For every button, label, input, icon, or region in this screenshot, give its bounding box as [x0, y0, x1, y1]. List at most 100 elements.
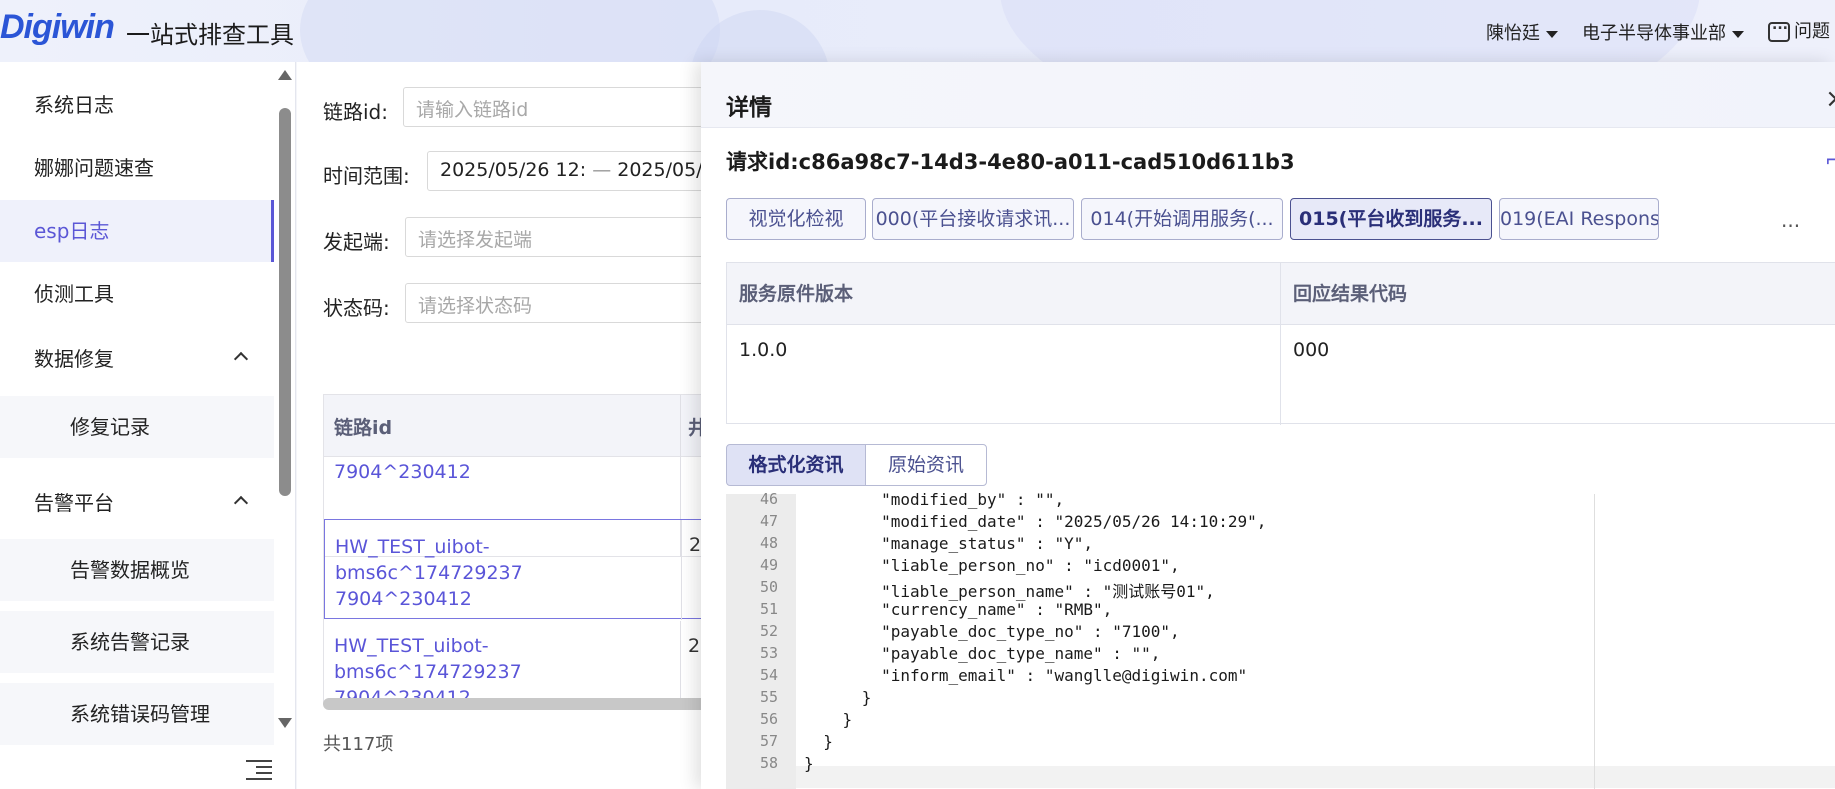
sidebar-item-label: 告警平台 [34, 491, 114, 515]
user-name: 陳怡廷 [1486, 23, 1540, 44]
sidebar-item-label: 系统日志 [34, 93, 114, 117]
collapse-menu-icon[interactable] [246, 760, 272, 780]
table-cell: 2 [689, 534, 702, 556]
sidebar-item-error-codes[interactable]: 系统错误码管理 [0, 683, 274, 745]
line-number: 53 [759, 644, 778, 662]
line-number: 52 [759, 622, 778, 640]
tab-019[interactable]: 019(EAI Response [1499, 198, 1659, 240]
sidebar-item-label: 系统告警记录 [70, 630, 190, 654]
time-separator: — [592, 159, 612, 181]
sidebar-item-label: 侦测工具 [34, 282, 114, 306]
drawer-title: 详情 [726, 95, 772, 121]
sidebar-item-label: esp日志 [34, 219, 110, 243]
sidebar-item-label: 系统错误码管理 [70, 702, 210, 726]
sidebar-item-system-log[interactable]: 系统日志 [0, 74, 274, 136]
app-header: Digiwin 一站式排查工具 陳怡廷 电子半导体事业部 问题 [0, 0, 1835, 62]
tab-014[interactable]: 014(开始调用服务(... [1081, 198, 1283, 240]
line-number: 55 [759, 688, 778, 706]
code-line: "liable_person_no" : "icd0001", [804, 556, 1180, 575]
help-button[interactable]: 问题 [1768, 17, 1830, 43]
line-number: 49 [759, 556, 778, 574]
code-line: "payable_doc_type_name" : "", [804, 644, 1161, 663]
sidebar-nav: 系统日志 娜娜问题速查 esp日志 侦测工具 数据修复 修复记录 告警平台 告警… [0, 62, 274, 789]
scrollbar-thumb[interactable] [279, 108, 291, 496]
request-id-value: c86a98c7-14d3-4e80-a011-cad510d611b3 [798, 150, 1295, 174]
caret-down-icon [1546, 30, 1558, 38]
time-range-picker[interactable]: 2025/05/26 12: — 2025/05/2 [427, 151, 727, 191]
sidebar-item-label: 数据修复 [34, 347, 114, 371]
tab-000[interactable]: 000(平台接收请求讯... [872, 198, 1074, 240]
table-cell: 2 [688, 635, 701, 657]
close-icon[interactable]: × [1825, 84, 1835, 114]
sidebar-item-nana-lookup[interactable]: 娜娜问题速查 [0, 137, 274, 199]
header-service-version: 服务原件版本 [727, 263, 1280, 325]
line-number: 54 [759, 666, 778, 684]
code-line: "liable_person_name" : "测试账号01", [804, 582, 1215, 601]
code-line: } [804, 732, 833, 751]
sidebar-item-label: 修复记录 [70, 415, 150, 439]
column-header-trace-id[interactable]: 链路id [334, 413, 392, 440]
code-line: } [804, 688, 872, 707]
line-number: 51 [759, 600, 778, 618]
app-title: 一站式排查工具 [126, 21, 294, 49]
code-line: "payable_doc_type_no" : "7100", [804, 622, 1180, 641]
line-number: 46 [759, 490, 778, 508]
help-label: 问题 [1794, 21, 1830, 42]
code-line: "inform_email" : "wanglle@digiwin.com" [804, 666, 1248, 685]
formatted-view-button[interactable]: 格式化资讯 [726, 444, 866, 486]
value-service-version: 1.0.0 [739, 339, 788, 361]
user-menu[interactable]: 陳怡廷 [1486, 19, 1558, 45]
scroll-up-arrow-icon[interactable] [278, 70, 292, 80]
trace-id-link[interactable]: 7904^230412 [334, 459, 674, 485]
line-number: 57 [759, 732, 778, 750]
sidebar-item-esp-log[interactable]: esp日志 [0, 200, 274, 262]
sidebar-item-alert-records[interactable]: 系统告警记录 [0, 611, 274, 673]
caret-down-icon [1732, 30, 1744, 38]
line-number: 56 [759, 710, 778, 728]
origin-select[interactable]: 请选择发起端 [405, 217, 705, 257]
code-line: } [804, 710, 853, 729]
request-id: 请求id:c86a98c7-14d3-4e80-a011-cad510d611b… [726, 146, 1295, 176]
chevron-up-icon [233, 495, 249, 511]
sidebar-scrollbar[interactable] [278, 70, 292, 730]
scroll-down-arrow-icon[interactable] [278, 718, 292, 728]
raw-view-button[interactable]: 原始资讯 [865, 444, 987, 486]
department-name: 电子半导体事业部 [1582, 23, 1726, 44]
request-id-label: 请求id: [726, 150, 799, 174]
code-line: "manage_status" : "Y", [804, 534, 1093, 553]
sidebar-item-label: 告警数据概览 [70, 558, 190, 582]
sidebar-item-alert-overview[interactable]: 告警数据概览 [0, 539, 274, 601]
code-editor[interactable]: 46 "modified_by" : "", 47 "modified_date"… [726, 490, 1835, 789]
more-tabs-icon[interactable]: ... [1781, 208, 1800, 232]
chevron-up-icon [233, 351, 249, 367]
code-line: "currency_name" : "RMB", [804, 600, 1113, 619]
digiwin-logo[interactable]: Digiwin [0, 8, 115, 47]
sidebar-item-data-repair[interactable]: 数据修复 [0, 328, 274, 390]
tab-visual-view[interactable]: 视觉化检视 [726, 198, 866, 240]
status-code-select[interactable]: 请选择状态码 [405, 283, 705, 323]
sidebar-item-repair-record[interactable]: 修复记录 [0, 396, 274, 458]
total-count: 共117项 [323, 734, 394, 755]
line-number: 58 [759, 754, 778, 772]
line-number: 47 [759, 512, 778, 530]
trace-id-link[interactable]: HW_TEST_uibot-bms6c^174729237 7904^230412 [334, 633, 674, 703]
print-margin [1594, 494, 1595, 789]
department-menu[interactable]: 电子半导体事业部 [1582, 19, 1744, 45]
time-range-label: 时间范围: [323, 164, 410, 188]
tab-015[interactable]: 015(平台收到服务... [1290, 198, 1492, 240]
sidebar-item-label: 娜娜问题速查 [34, 156, 154, 180]
code-line: } [804, 754, 814, 773]
header-decoration [300, 0, 720, 62]
sidebar-item-detect-tool[interactable]: 侦测工具 [0, 263, 274, 325]
chat-icon [1768, 17, 1790, 42]
detail-drawer: 详情 × 请求id:c86a98c7-14d3-4e80-a011-cad510… [701, 62, 1835, 789]
sidebar-item-alert-platform[interactable]: 告警平台 [0, 472, 274, 534]
trace-id-input[interactable]: 请输入链路id [403, 87, 703, 127]
line-number: 50 [759, 578, 778, 596]
trace-id-label: 链路id: [323, 100, 388, 124]
copy-icon[interactable]: ⌐ [1825, 148, 1835, 172]
trace-id-link[interactable]: HW_TEST_uibot-bms6c^174729237 7904^230412 [335, 534, 675, 612]
detail-table: 服务原件版本 回应结果代码 1.0.0 000 [726, 262, 1835, 425]
code-line: "modified_by" : "", [804, 490, 1065, 509]
header-result-code: 回应结果代码 [1281, 263, 1835, 325]
